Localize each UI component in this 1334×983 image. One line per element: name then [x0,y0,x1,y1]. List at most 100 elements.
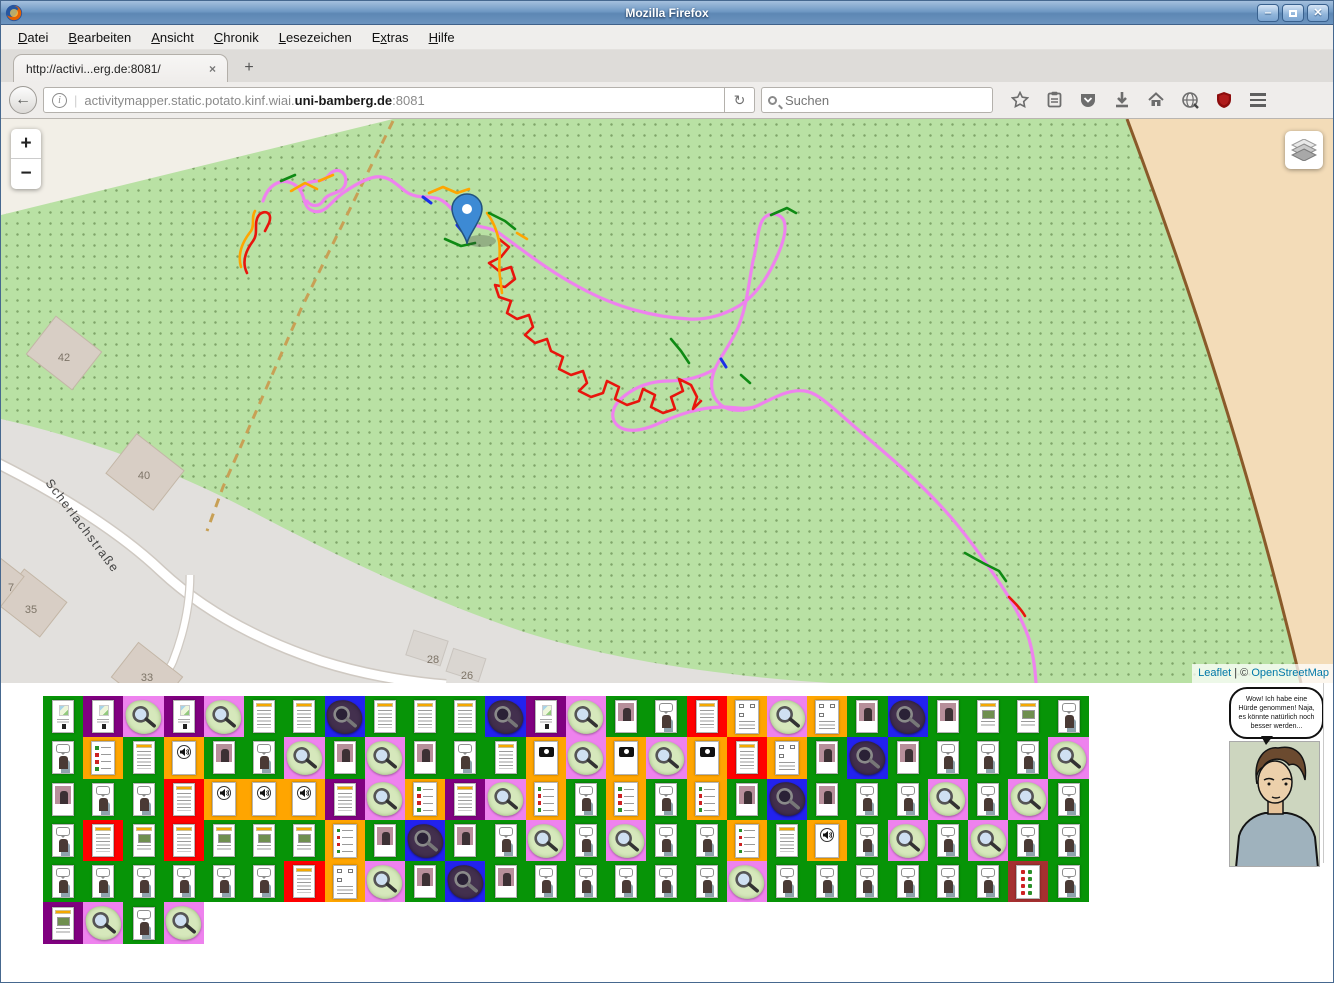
activity-tile-form[interactable] [325,861,365,902]
home-icon[interactable] [1141,86,1171,114]
activity-tile-docmap[interactable] [164,696,204,737]
activity-tile-docphoto[interactable] [244,820,284,861]
activity-tile-comic[interactable] [526,861,566,902]
activity-tile-portrait[interactable] [807,737,847,778]
activity-tile-comic[interactable] [968,861,1008,902]
activity-tile-comic[interactable] [123,902,163,943]
activity-tile-doc[interactable] [325,779,365,820]
activity-tile-comic[interactable] [847,861,887,902]
activity-tile-comic[interactable] [646,820,686,861]
activity-tile-doc[interactable] [405,696,445,737]
url-bar[interactable]: i | activitymapper.static.potato.kinf.wi… [43,87,725,113]
activity-tile-comic[interactable] [646,861,686,902]
activity-tile-doc[interactable] [687,696,727,737]
activity-tile-dmag[interactable] [847,737,887,778]
activity-tile-comic[interactable] [847,820,887,861]
activity-tile-dmag[interactable] [325,696,365,737]
activity-tile-speaker[interactable] [807,820,847,861]
activity-tile-mag[interactable] [365,779,405,820]
activity-tile-camera[interactable] [606,737,646,778]
activity-tile-portrait[interactable] [606,696,646,737]
activity-tile-doc[interactable] [727,737,767,778]
activity-tile-comic[interactable] [646,696,686,737]
activity-tile-portrait[interactable] [847,696,887,737]
activity-tile-doc[interactable] [83,820,123,861]
search-box[interactable] [761,87,993,113]
activity-tile-doc[interactable] [365,696,405,737]
activity-tile-doc[interactable] [485,737,525,778]
new-tab-button[interactable]: + [234,57,264,79]
activity-tile-comic[interactable] [847,779,887,820]
activity-tile-dmag[interactable] [767,779,807,820]
maximize-button[interactable] [1282,4,1304,22]
activity-tile-docphoto[interactable] [284,820,324,861]
activity-tile-mag[interactable] [888,820,928,861]
activity-tile-comic[interactable] [204,861,244,902]
hamburger-menu-icon[interactable] [1243,86,1273,114]
activity-tile-comic[interactable] [83,779,123,820]
activity-tile-mag[interactable] [204,696,244,737]
activity-tile-comic[interactable] [485,820,525,861]
page-info-icon[interactable]: i [52,93,67,108]
activity-tile-docphoto[interactable] [968,696,1008,737]
menu-hilfe[interactable]: Hilfe [420,27,464,48]
activity-tile-mag[interactable] [123,696,163,737]
activity-tile-form[interactable] [727,696,767,737]
activity-tile-comic[interactable] [445,737,485,778]
close-button[interactable]: ✕ [1307,4,1329,22]
back-button[interactable]: ← [9,86,37,114]
leaflet-link[interactable]: Leaflet [1198,667,1231,679]
activity-tile-mag[interactable] [767,696,807,737]
activity-tile-mag[interactable] [83,902,123,943]
activity-tile-speaker[interactable] [284,779,324,820]
activity-tile-mag[interactable] [566,737,606,778]
activity-tile-mag[interactable] [1008,779,1048,820]
addon-globe-icon[interactable] [1175,86,1205,114]
menu-extras[interactable]: Extras [363,27,418,48]
bookmark-star-icon[interactable] [1005,86,1035,114]
activity-tile-portrait[interactable] [727,779,767,820]
activity-tile-doc[interactable] [284,696,324,737]
activity-tile-mag[interactable] [606,820,646,861]
activity-tile-comic[interactable] [123,861,163,902]
activity-tile-comic[interactable] [888,779,928,820]
activity-tile-items[interactable] [1008,861,1048,902]
activity-tile-comic[interactable] [646,779,686,820]
activity-tile-doc[interactable] [445,779,485,820]
activity-tile-comic[interactable] [1008,737,1048,778]
activity-tile-comic[interactable] [928,820,968,861]
activity-tile-checklist[interactable] [727,820,767,861]
menu-lesezeichen[interactable]: Lesezeichen [270,27,361,48]
activity-tile-speaker[interactable] [244,779,284,820]
activity-tile-docmap[interactable] [526,696,566,737]
activity-tile-comic[interactable] [566,820,606,861]
activity-tile-portrait[interactable] [204,737,244,778]
activity-tile-comic[interactable] [928,737,968,778]
activity-tile-form[interactable] [807,696,847,737]
activity-tile-form[interactable] [767,737,807,778]
menu-bearbeiten[interactable]: Bearbeiten [59,27,140,48]
activity-tile-mag[interactable] [365,861,405,902]
zoom-out-button[interactable]: − [11,159,41,189]
activity-tile-comic[interactable] [968,779,1008,820]
activity-tile-comic[interactable] [888,861,928,902]
activity-tile-comic[interactable] [1048,696,1088,737]
tab-close-icon[interactable]: × [206,62,219,76]
bookmarks-menu-icon[interactable] [1039,86,1069,114]
osm-link[interactable]: OpenStreetMap [1251,667,1329,679]
activity-tile-comic[interactable] [566,779,606,820]
menu-ansicht[interactable]: Ansicht [142,27,203,48]
activity-tile-comic[interactable] [566,861,606,902]
activity-tile-portrait[interactable] [405,861,445,902]
activity-tile-comic[interactable] [164,861,204,902]
activity-tile-comic[interactable] [687,820,727,861]
activity-tile-portrait[interactable] [405,737,445,778]
activity-tile-mag[interactable] [566,696,606,737]
activity-tile-dmag[interactable] [445,861,485,902]
activity-tile-portrait[interactable] [807,779,847,820]
activity-tile-portrait[interactable] [325,737,365,778]
activity-tile-docphoto[interactable] [1008,696,1048,737]
activity-tile-doc[interactable] [164,779,204,820]
activity-tile-comic[interactable] [1048,820,1088,861]
activity-tile-portrait[interactable] [365,820,405,861]
